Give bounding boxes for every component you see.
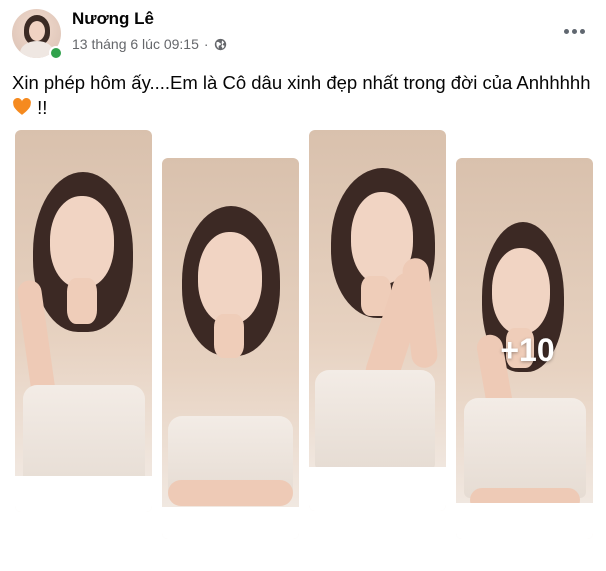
- gallery-photo-2[interactable]: [162, 158, 299, 539]
- more-options-icon[interactable]: [556, 17, 592, 45]
- caption-text: Xin phép hôm ấy....Em là Cô dâu xinh đẹp…: [12, 72, 591, 93]
- globe-icon[interactable]: [214, 38, 227, 51]
- post-meta: 13 tháng 6 lúc 09:15 ·: [72, 36, 227, 52]
- gallery-photo-4[interactable]: +10: [456, 158, 593, 539]
- gallery-photo-1[interactable]: [15, 130, 152, 512]
- online-status-dot: [49, 46, 63, 60]
- meta-separator: ·: [203, 36, 209, 52]
- gallery-photo-3[interactable]: [309, 130, 446, 511]
- post-caption: Xin phép hôm ấy....Em là Cô dâu xinh đẹp…: [12, 70, 596, 120]
- post-header: Nương Lê 13 tháng 6 lúc 09:15 ·: [0, 0, 606, 64]
- caption-suffix: !!: [37, 97, 48, 118]
- more-photos-count[interactable]: +10: [456, 158, 593, 539]
- post-timestamp[interactable]: 13 tháng 6 lúc 09:15: [72, 36, 199, 52]
- author-name[interactable]: Nương Lê: [72, 9, 154, 29]
- author-avatar[interactable]: [12, 9, 63, 60]
- orange-heart-icon: [13, 97, 31, 115]
